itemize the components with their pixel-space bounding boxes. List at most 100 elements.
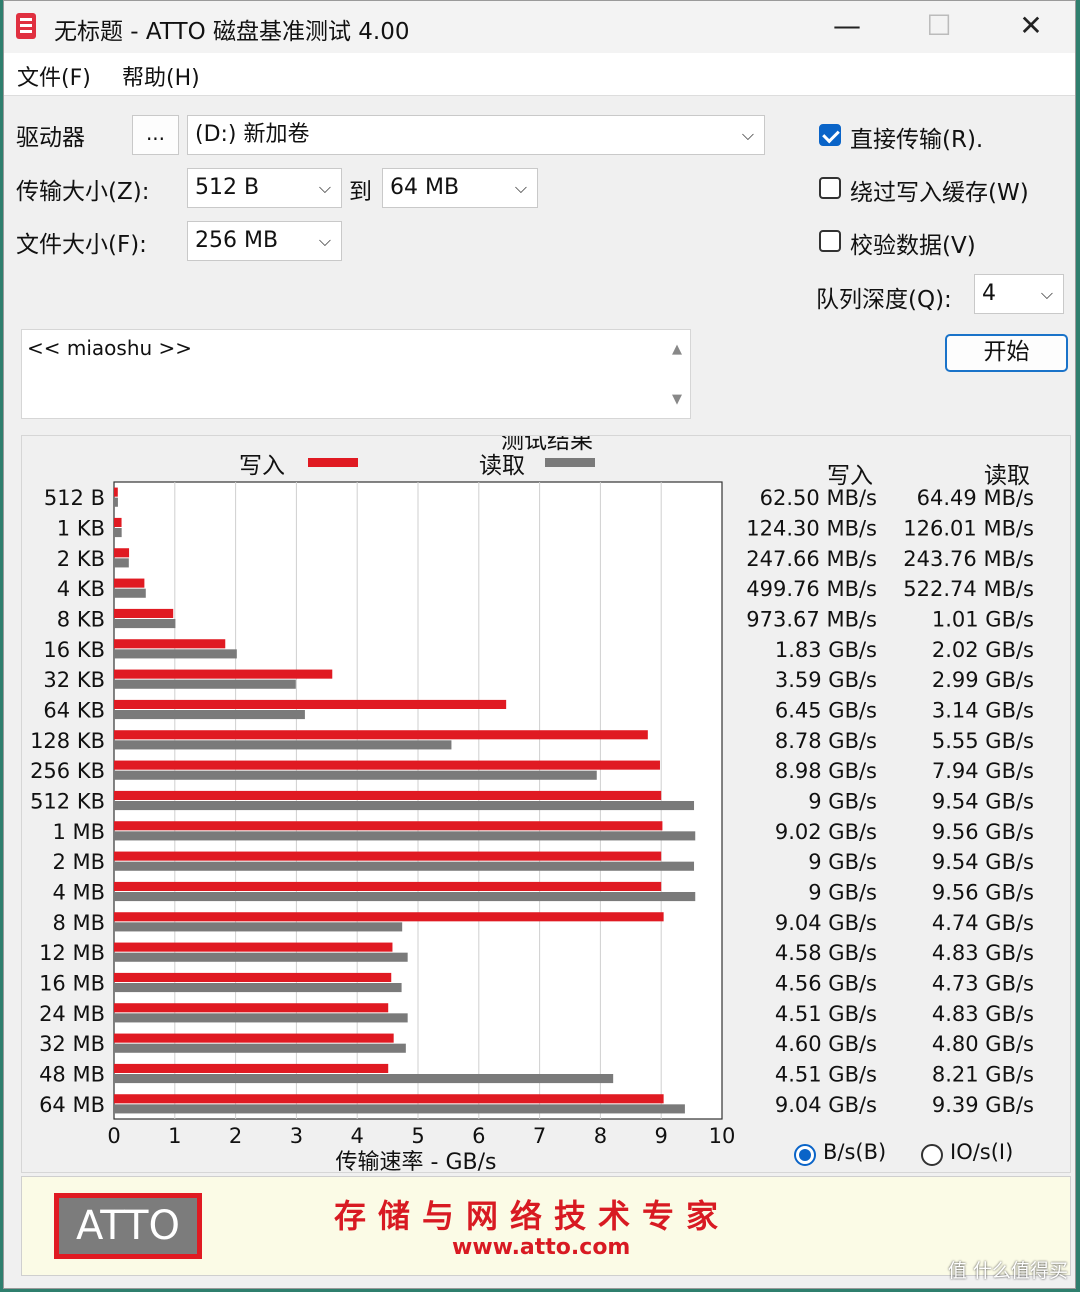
description-textarea[interactable]: << miaoshu >> ▲ ▼ bbox=[21, 329, 691, 419]
drive-label: 驱动器 bbox=[16, 125, 85, 151]
write-speed-value: 1.83 GB/s bbox=[775, 638, 877, 662]
scroll-up-arrow-icon[interactable]: ▲ bbox=[667, 342, 687, 358]
atto-banner[interactable]: ATTO 存储与网络技术专家 www.atto.com bbox=[21, 1176, 1071, 1276]
write-speed-value: 247.66 MB/s bbox=[746, 547, 877, 571]
y-category-label: 2 KB bbox=[57, 547, 105, 571]
write-speed-value: 6.45 GB/s bbox=[775, 699, 877, 723]
chevron-down-icon: ⌵ bbox=[318, 178, 331, 197]
unit-io-radio[interactable] bbox=[921, 1144, 943, 1166]
maximize-button[interactable]: ☐ bbox=[893, 1, 985, 53]
verify-data-checkbox[interactable] bbox=[819, 230, 841, 252]
verify-data-label: 校验数据(V) bbox=[850, 233, 976, 259]
y-category-label: 64 KB bbox=[43, 699, 105, 723]
write-speed-value: 9 GB/s bbox=[808, 790, 877, 814]
write-speed-value: 9 GB/s bbox=[808, 881, 877, 905]
browse-button[interactable]: ... bbox=[132, 115, 179, 155]
drive-select-value: (D:) 新加卷 bbox=[195, 122, 310, 147]
chevron-down-icon: ⌵ bbox=[741, 125, 754, 144]
read-speed-value: 8.21 GB/s bbox=[932, 1063, 1034, 1087]
read-speed-value: 243.76 MB/s bbox=[903, 547, 1034, 571]
title-bar[interactable]: 无标题 - ATTO 磁盘基准测试 4.00 — ☐ ✕ bbox=[4, 1, 1075, 53]
write-column-header: 写入 bbox=[827, 463, 873, 489]
results-panel: 测试结果 写入 读取 写入 读取 0 1 2 3 4 5 6 7 8 9 10 512 B 62.50 … bbox=[21, 428, 1071, 1175]
write-bar bbox=[114, 1003, 389, 1013]
write-speed-value: 9 GB/s bbox=[808, 850, 877, 874]
write-bar bbox=[114, 821, 663, 831]
y-category-label: 256 KB bbox=[30, 759, 105, 783]
read-speed-value: 522.74 MB/s bbox=[903, 577, 1034, 601]
bypass-cache-label: 绕过写入缓存(W) bbox=[850, 180, 1029, 206]
read-column-header: 读取 bbox=[984, 463, 1030, 489]
read-speed-value: 2.99 GB/s bbox=[932, 668, 1034, 692]
write-bar bbox=[114, 578, 145, 588]
write-speed-value: 499.76 MB/s bbox=[746, 577, 877, 601]
direct-io-checkbox[interactable] bbox=[819, 124, 841, 146]
start-button[interactable]: 开始 bbox=[945, 334, 1068, 372]
close-button[interactable]: ✕ bbox=[985, 1, 1077, 53]
x-axis-label: 传输速率 - GB/s bbox=[336, 1150, 497, 1172]
write-bar bbox=[114, 548, 130, 558]
read-speed-value: 4.83 GB/s bbox=[932, 941, 1034, 965]
write-bar bbox=[114, 487, 118, 497]
read-speed-value: 3.14 GB/s bbox=[932, 699, 1034, 723]
read-bar bbox=[114, 831, 696, 841]
minimize-button[interactable]: — bbox=[801, 1, 893, 53]
read-bar bbox=[114, 649, 237, 659]
queue-depth-select[interactable]: 4 ⌵ bbox=[974, 274, 1064, 314]
scroll-down-arrow-icon[interactable]: ▼ bbox=[667, 392, 687, 408]
write-bar bbox=[114, 760, 660, 770]
y-category-label: 8 MB bbox=[52, 911, 105, 935]
read-bar bbox=[114, 770, 597, 780]
read-bar bbox=[114, 983, 402, 993]
x-tick-label: 8 bbox=[594, 1124, 607, 1148]
x-tick-label: 5 bbox=[411, 1124, 424, 1148]
y-category-label: 16 MB bbox=[39, 972, 105, 996]
drive-select[interactable]: (D:) 新加卷 ⌵ bbox=[187, 115, 765, 155]
y-category-label: 48 MB bbox=[39, 1063, 105, 1087]
read-speed-value: 4.74 GB/s bbox=[932, 911, 1034, 935]
menu-help[interactable]: 帮助(H) bbox=[122, 60, 200, 92]
write-speed-value: 8.78 GB/s bbox=[775, 729, 877, 753]
read-speed-value: 2.02 GB/s bbox=[932, 638, 1034, 662]
y-category-label: 8 KB bbox=[57, 608, 105, 632]
write-bar bbox=[114, 881, 662, 891]
read-bar bbox=[114, 1074, 614, 1084]
write-speed-value: 973.67 MB/s bbox=[746, 608, 877, 632]
read-bar bbox=[114, 740, 452, 750]
file-size-select[interactable]: 256 MB ⌵ bbox=[187, 221, 342, 261]
x-tick-label: 4 bbox=[351, 1124, 364, 1148]
transfer-to-select[interactable]: 64 MB ⌵ bbox=[382, 168, 538, 208]
legend-read-label: 读取 bbox=[479, 453, 525, 479]
y-category-label: 1 KB bbox=[57, 517, 105, 541]
read-bar bbox=[114, 952, 408, 962]
description-text: << miaoshu >> bbox=[27, 336, 193, 360]
menu-file[interactable]: 文件(F) bbox=[17, 60, 91, 92]
x-tick-label: 9 bbox=[655, 1124, 668, 1148]
read-bar bbox=[114, 588, 146, 598]
write-speed-value: 3.59 GB/s bbox=[775, 668, 877, 692]
write-speed-value: 4.51 GB/s bbox=[775, 1002, 877, 1026]
write-bar bbox=[114, 639, 226, 649]
write-bar bbox=[114, 517, 122, 527]
atto-logo: ATTO bbox=[54, 1193, 202, 1259]
read-bar bbox=[114, 1013, 408, 1023]
write-speed-value: 4.60 GB/s bbox=[775, 1032, 877, 1056]
queue-depth-value: 4 bbox=[982, 281, 996, 306]
read-speed-value: 9.39 GB/s bbox=[932, 1093, 1034, 1117]
write-bar bbox=[114, 669, 333, 679]
read-bar bbox=[114, 922, 403, 932]
x-tick-label: 10 bbox=[709, 1124, 736, 1148]
x-tick-label: 1 bbox=[168, 1124, 181, 1148]
transfer-from-select[interactable]: 512 B ⌵ bbox=[187, 168, 342, 208]
bypass-cache-checkbox[interactable] bbox=[819, 177, 841, 199]
y-category-label: 4 MB bbox=[52, 881, 105, 905]
write-speed-value: 4.51 GB/s bbox=[775, 1063, 877, 1087]
y-category-label: 16 KB bbox=[43, 638, 105, 662]
y-category-label: 2 MB bbox=[52, 850, 105, 874]
read-bar bbox=[114, 1043, 406, 1053]
to-label: 到 bbox=[349, 179, 372, 205]
banner-url[interactable]: www.atto.com bbox=[452, 1235, 630, 1260]
write-speed-value: 9.04 GB/s bbox=[775, 911, 877, 935]
x-tick-label: 6 bbox=[472, 1124, 485, 1148]
unit-bytes-radio[interactable] bbox=[794, 1144, 816, 1166]
